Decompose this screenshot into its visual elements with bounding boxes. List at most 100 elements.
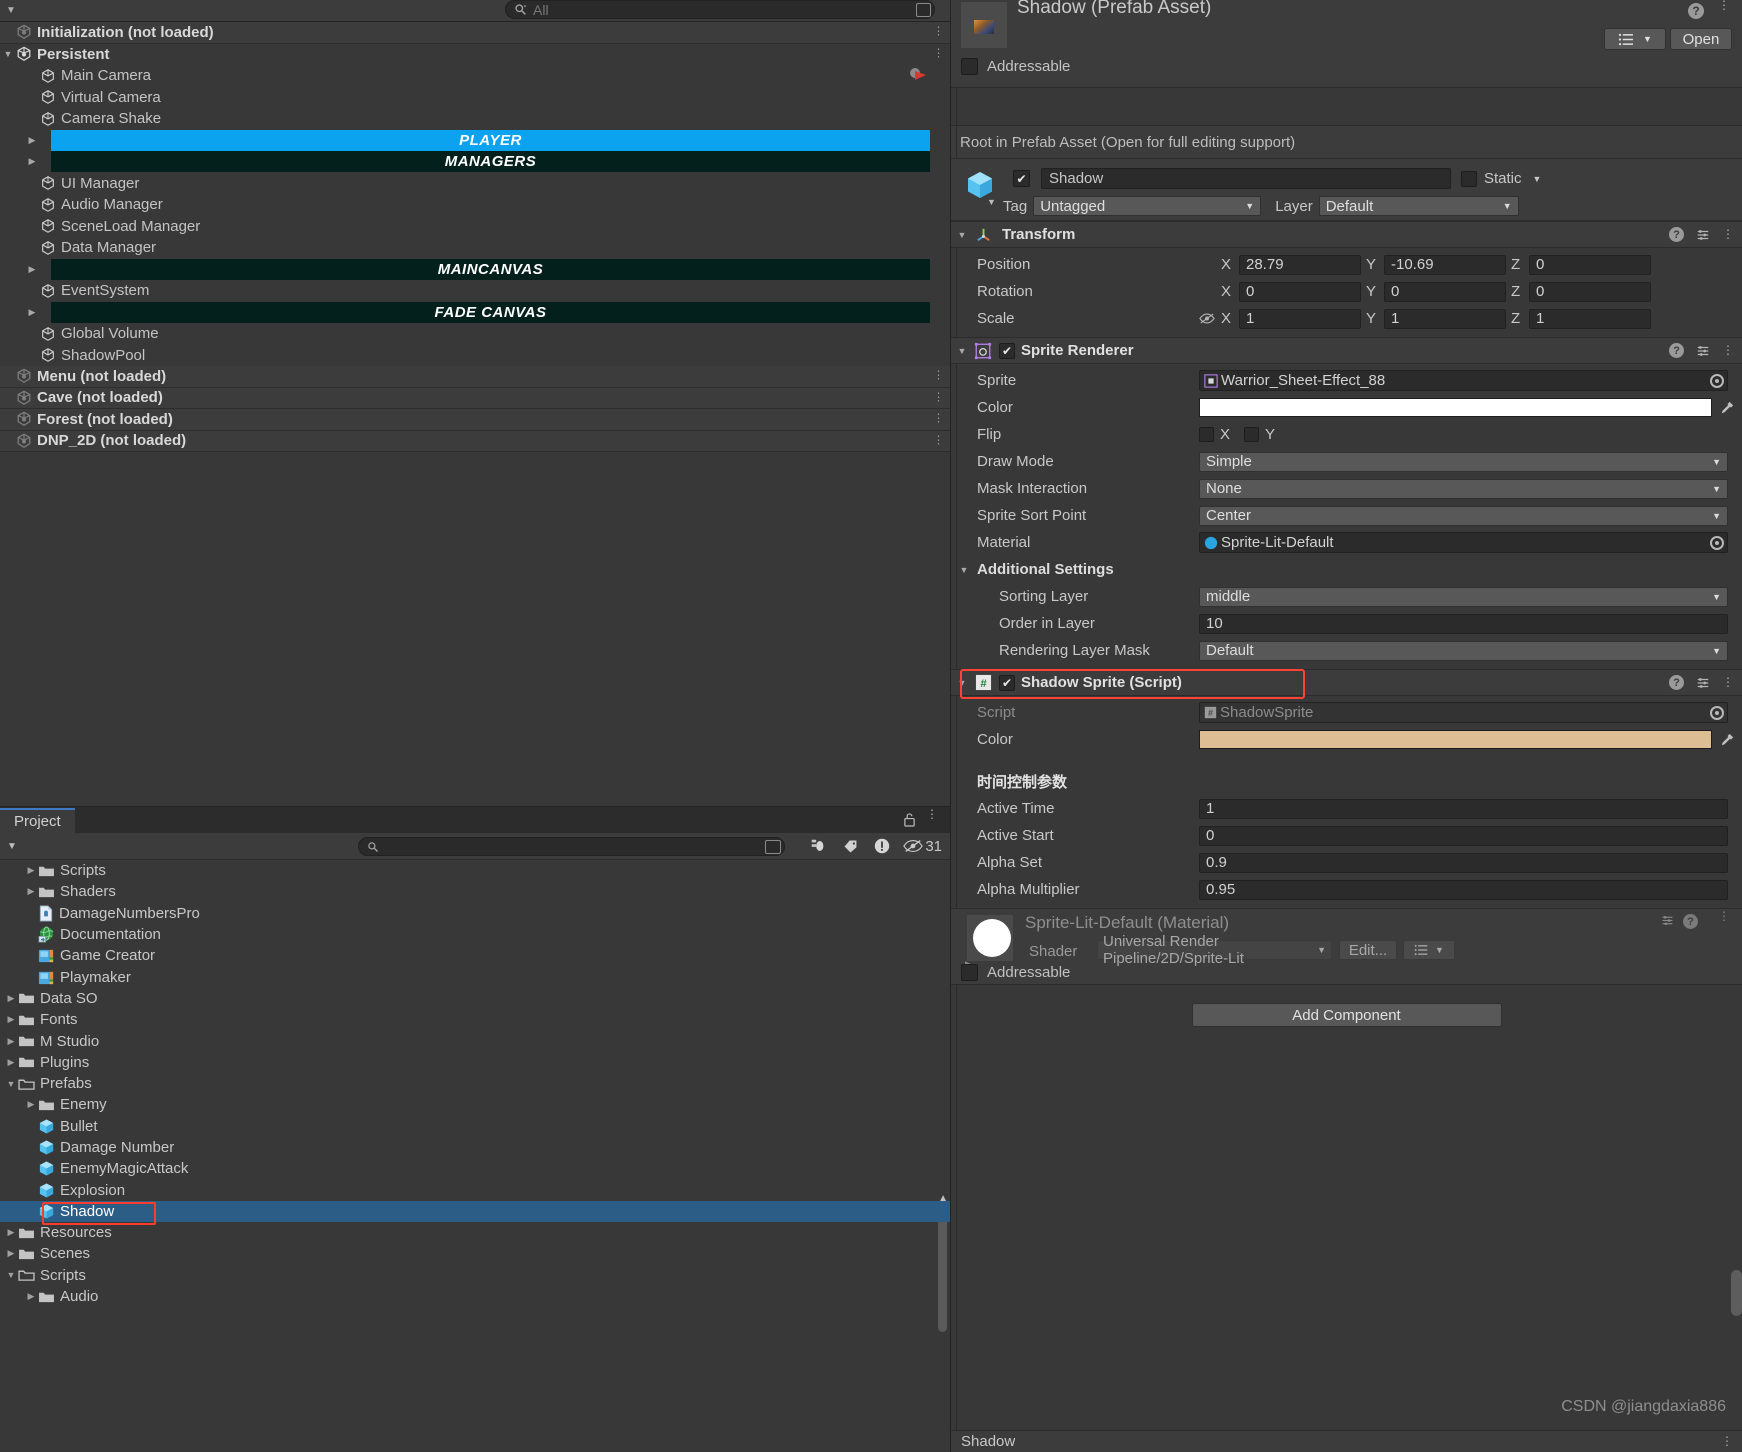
static-toggle-row[interactable]: Static ▼ <box>1461 170 1541 187</box>
project-row[interactable]: EnemyMagicAttack <box>0 1158 950 1179</box>
hierarchy-row[interactable]: Virtual Camera <box>0 87 950 109</box>
kebab-menu-icon[interactable]: ⋮ <box>1722 676 1734 688</box>
foldout-icon[interactable]: ▶ <box>4 1057 18 1068</box>
foldout-icon[interactable]: ▶ <box>24 156 40 167</box>
sorting-layer-dropdown[interactable]: middle ▼ <box>1199 586 1728 607</box>
sprite-renderer-enabled-toggle[interactable]: ✔ <box>999 342 1015 359</box>
settings-icon[interactable] <box>1696 676 1710 690</box>
hierarchy-banner-row[interactable]: ▶ PLAYER <box>0 129 950 152</box>
kebab-menu-icon[interactable]: ⋮ <box>933 435 944 446</box>
kebab-menu-icon[interactable]: ⋮ <box>1718 0 1730 11</box>
transform-rotation-x-input[interactable]: 0 <box>1239 281 1361 302</box>
help-icon[interactable]: ? <box>1688 3 1704 19</box>
hierarchy-create-caret-icon[interactable]: ▼ <box>0 0 22 22</box>
transform-foldout-icon[interactable]: ▼ <box>951 230 973 240</box>
hierarchy-row[interactable]: Data Manager <box>0 237 950 259</box>
open-button[interactable]: Open <box>1670 28 1732 50</box>
project-create-caret-icon[interactable]: ▼ <box>0 841 24 852</box>
addressable-checkbox[interactable] <box>961 964 978 981</box>
foldout-icon[interactable]: ▶ <box>24 865 38 876</box>
kebab-menu-icon[interactable]: ⋮ <box>1722 228 1734 240</box>
kebab-menu-icon[interactable]: ⋮ <box>933 48 944 59</box>
hierarchy-banner-row[interactable]: ▶ MAINCANVAS <box>0 258 950 281</box>
eyedropper-icon[interactable] <box>1720 401 1734 415</box>
kebab-menu-icon[interactable]: ⋮ <box>933 370 944 381</box>
transform-scale-x-input[interactable]: 1 <box>1239 308 1361 329</box>
hierarchy-row[interactable]: SceneLoad Manager <box>0 216 950 238</box>
transform-component-header[interactable]: ▼ Transform ? ⋮ <box>951 221 1742 248</box>
hierarchy-row[interactable]: Global Volume <box>0 323 950 345</box>
sprite-renderer-component-header[interactable]: ▼ ✔ Sprite Renderer ? ⋮ <box>951 337 1742 364</box>
foldout-icon[interactable]: ▶ <box>24 264 40 275</box>
kebab-menu-icon[interactable]: ⋮ <box>933 413 944 424</box>
project-search-expand-icon[interactable] <box>765 840 781 854</box>
shadow-sprite-foldout-icon[interactable]: ▼ <box>951 678 973 688</box>
project-row[interactable]: ▶ M Studio <box>0 1030 950 1051</box>
addressable-checkbox[interactable] <box>961 58 978 75</box>
project-row[interactable]: ▶ Shaders <box>0 881 950 902</box>
gameobject-active-toggle[interactable]: ✔ <box>1013 170 1030 187</box>
order-in-layer-input[interactable]: 10 <box>1199 613 1728 634</box>
project-row[interactable]: Bullet <box>0 1116 950 1137</box>
rendering-layer-mask-dropdown[interactable]: Default ▼ <box>1199 640 1728 661</box>
transform-position-x-input[interactable]: 28.79 <box>1239 254 1361 275</box>
foldout-icon[interactable]: ▶ <box>24 135 40 146</box>
kebab-menu-icon[interactable]: ⋮ <box>1722 344 1734 356</box>
sprite-renderer-foldout-icon[interactable]: ▼ <box>951 346 973 356</box>
hierarchy-row[interactable]: Menu (not loaded) ⋮ <box>0 366 950 388</box>
foldout-icon[interactable]: ▶ <box>24 307 40 318</box>
foldout-icon[interactable]: ▶ <box>4 1036 18 1047</box>
project-row[interactable]: Shadow <box>0 1200 950 1223</box>
help-icon[interactable]: ? <box>1669 343 1684 358</box>
transform-rotation-z-input[interactable]: 0 <box>1529 281 1651 302</box>
shadow-sprite-component-header[interactable]: ▼ # ✔ Shadow Sprite (Script) ? ⋮ <box>951 669 1742 696</box>
draw-mode-dropdown[interactable]: Simple ▼ <box>1199 451 1728 472</box>
additional-settings-foldout-icon[interactable]: ▼ <box>951 565 977 575</box>
transform-position-z-input[interactable]: 0 <box>1529 254 1651 275</box>
hierarchy-banner-row[interactable]: ▶ MANAGERS <box>0 151 950 173</box>
eyedropper-icon[interactable] <box>1720 733 1734 747</box>
project-lock-icon[interactable] <box>903 812 916 827</box>
foldout-icon[interactable]: ▶ <box>24 1099 38 1110</box>
project-row[interactable]: ▶ Data SO <box>0 988 950 1009</box>
transform-scale-z-input[interactable]: 1 <box>1529 308 1651 329</box>
addressable-toggle-row[interactable]: Addressable <box>961 58 1070 75</box>
hierarchy-row[interactable]: Cave (not loaded) ⋮ <box>0 387 950 409</box>
hierarchy-row[interactable]: ShadowPool <box>0 345 950 367</box>
foldout-icon[interactable]: ▶ <box>24 886 38 897</box>
project-row[interactable]: ▶ Scenes <box>0 1243 950 1264</box>
transform-scale-y-input[interactable]: 1 <box>1384 308 1506 329</box>
material-addressable-row[interactable]: Addressable <box>961 964 1070 981</box>
color-swatch[interactable] <box>1199 730 1712 749</box>
foldout-icon[interactable]: ▶ <box>24 1291 38 1302</box>
hierarchy-search-expand-icon[interactable] <box>916 3 931 17</box>
flip-x-checkbox[interactable] <box>1199 427 1214 442</box>
hierarchy-row[interactable]: Main Camera <box>0 65 950 87</box>
foldout-icon[interactable]: ▶ <box>4 1227 18 1238</box>
object-picker-icon[interactable] <box>1710 373 1724 388</box>
tab-project[interactable]: Project <box>0 808 75 833</box>
foldout-icon[interactable]: ▶ <box>4 993 18 1004</box>
project-row[interactable]: ▶ Fonts <box>0 1009 950 1030</box>
help-icon[interactable]: ? <box>1669 227 1684 242</box>
hidden-packages-count[interactable]: 31 <box>903 838 942 855</box>
hierarchy-row[interactable]: UI Manager <box>0 173 950 195</box>
project-row[interactable]: DamageNumbersPro <box>0 903 950 924</box>
settings-icon[interactable] <box>1696 344 1710 358</box>
static-checkbox[interactable] <box>1461 170 1477 187</box>
hierarchy-row[interactable]: DNP_2D (not loaded) ⋮ <box>0 430 950 452</box>
project-row[interactable]: Playmaker <box>0 966 950 987</box>
enabled-checkbox[interactable]: ✔ <box>999 674 1015 691</box>
project-row[interactable]: ▶ Audio <box>0 1286 950 1307</box>
project-row[interactable]: ▶ Resources <box>0 1222 950 1243</box>
material-object-field[interactable]: Sprite-Lit-Default <box>1199 532 1728 553</box>
kebab-menu-icon[interactable]: ⋮ <box>1721 1435 1733 1447</box>
project-row[interactable]: Explosion <box>0 1179 950 1200</box>
hierarchy-row[interactable]: Initialization (not loaded) ⋮ <box>0 22 950 44</box>
foldout-icon[interactable]: ▶ <box>4 1248 18 1259</box>
project-row[interactable]: ▶ Scripts <box>0 860 950 881</box>
project-kebab-icon[interactable]: ⋮ <box>926 808 938 820</box>
transform-rotation-y-input[interactable]: 0 <box>1384 281 1506 302</box>
shadow-sprite-field-input[interactable]: 0.9 <box>1199 852 1728 873</box>
gameobject-name-field[interactable]: Shadow <box>1041 168 1451 189</box>
